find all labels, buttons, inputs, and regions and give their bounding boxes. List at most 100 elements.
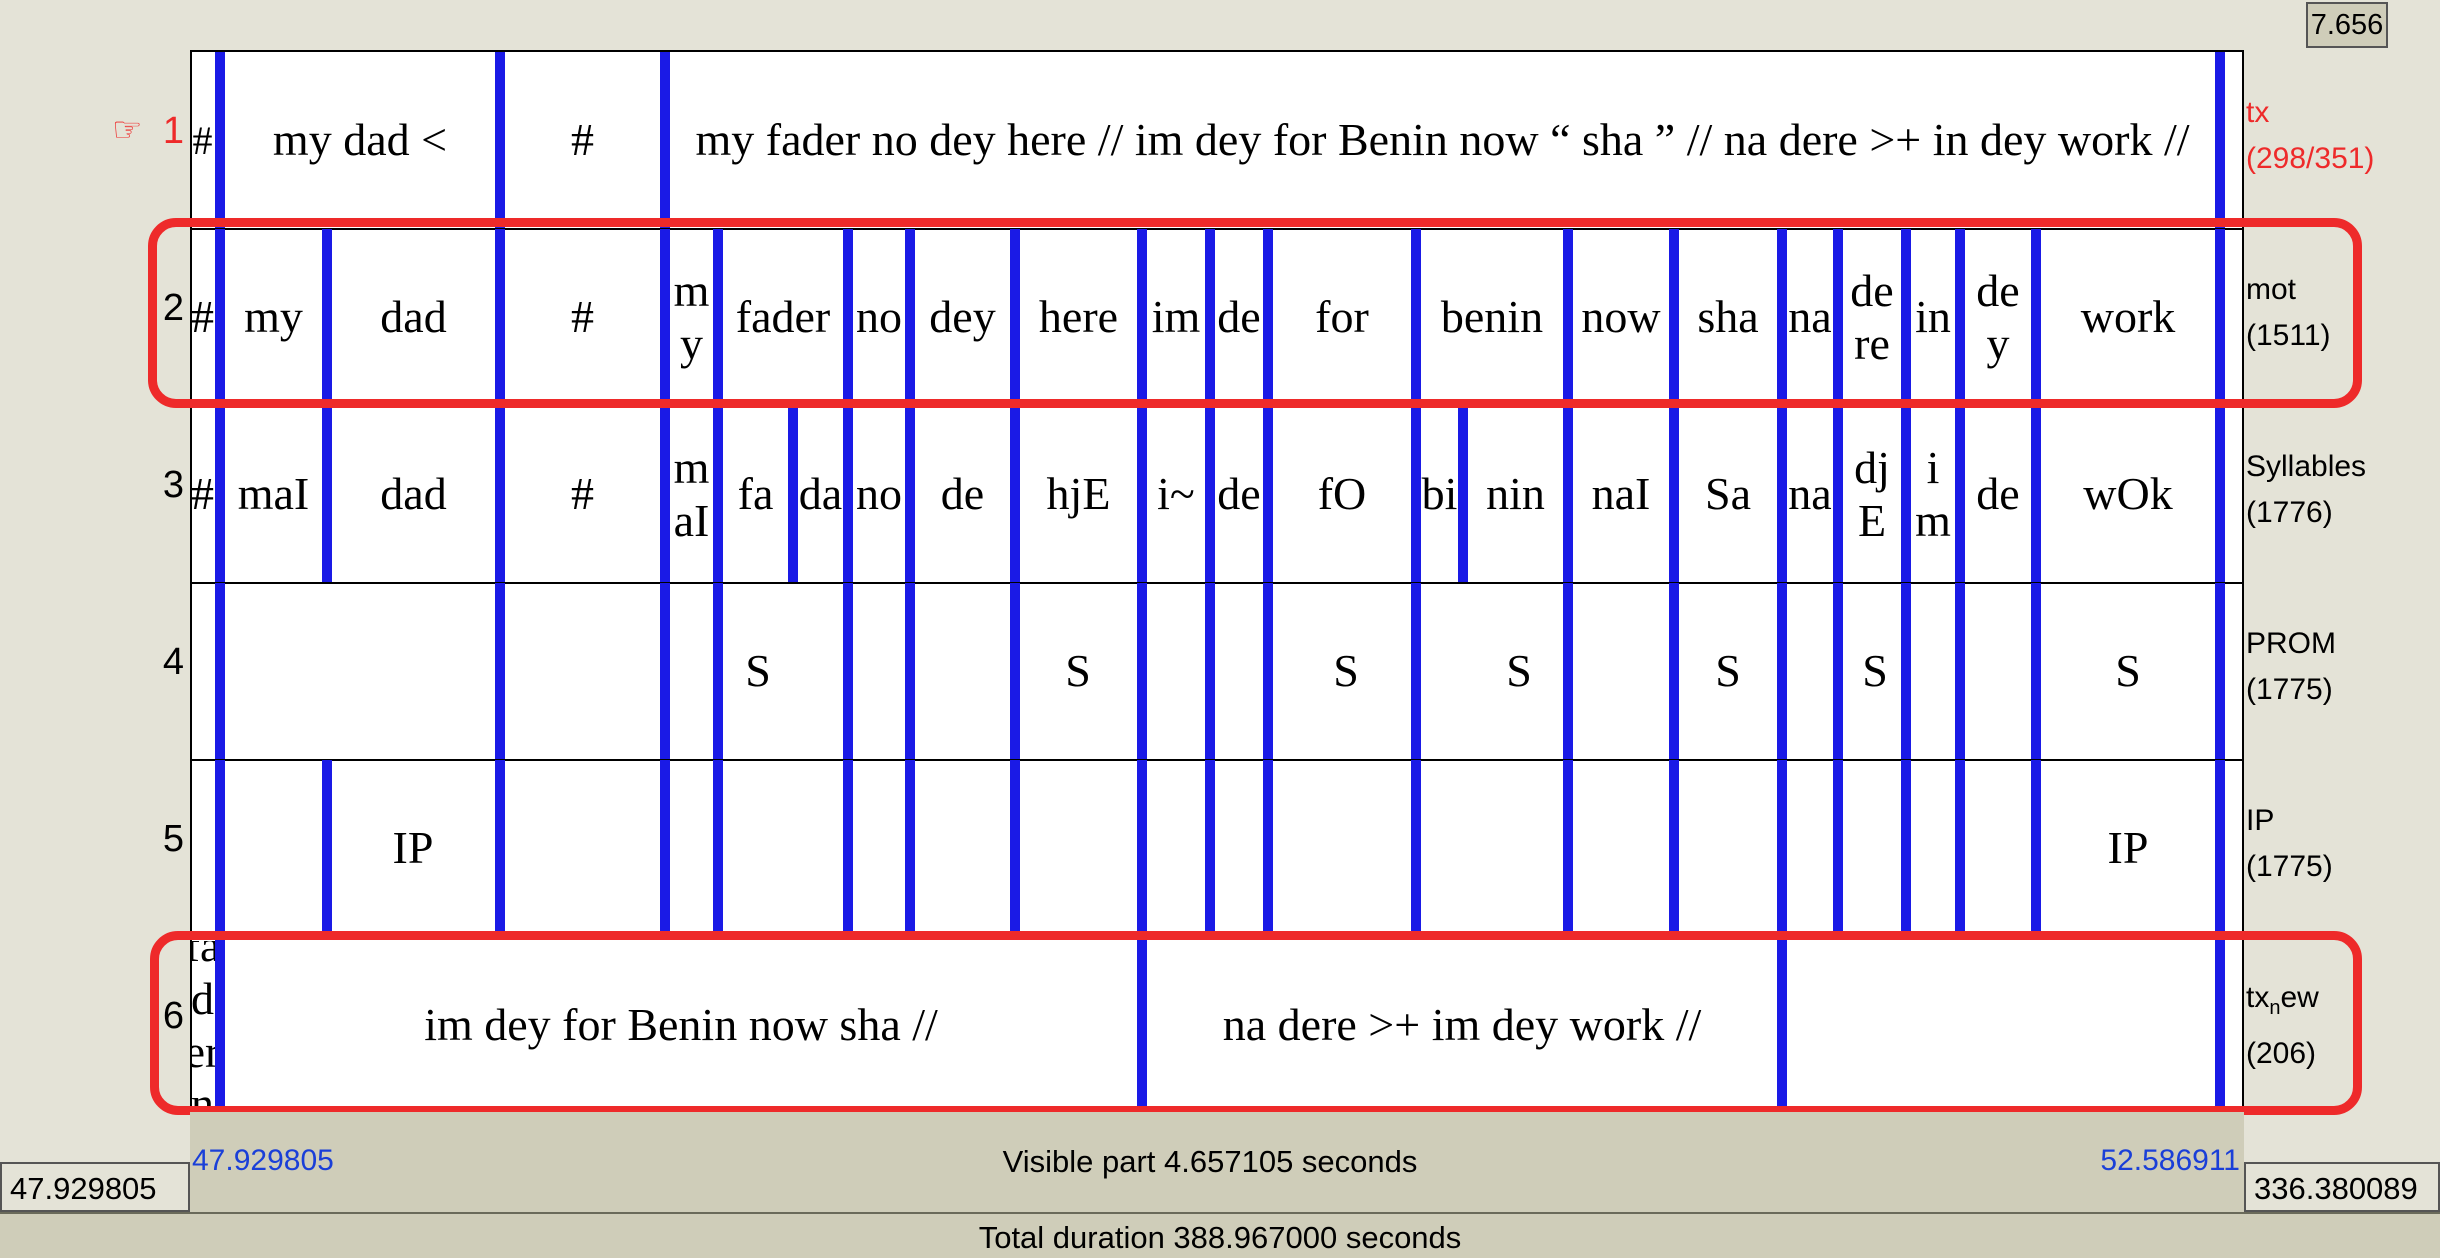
interval-boundary[interactable] — [788, 406, 798, 583]
tier-3-cell[interactable]: na — [1787, 410, 1833, 579]
tier-3-cell[interactable]: fO — [1273, 410, 1411, 579]
tier-4-cell[interactable]: S — [1815, 583, 1935, 760]
tier-4-cell[interactable]: S — [1018, 583, 1138, 760]
interval-boundary[interactable] — [495, 406, 505, 583]
tier-4-cell[interactable]: S — [1286, 583, 1406, 760]
interval-boundary[interactable] — [2215, 52, 2225, 229]
interval-boundary[interactable] — [660, 52, 670, 229]
interval-boundary[interactable] — [495, 583, 505, 760]
tier-3-label[interactable]: Syllables (1776) — [2246, 444, 2436, 536]
interval-boundary[interactable] — [843, 760, 853, 937]
interval-boundary[interactable] — [660, 406, 670, 583]
interval-boundary[interactable] — [1205, 406, 1215, 583]
interval-boundary[interactable] — [1901, 760, 1911, 937]
interval-boundary[interactable] — [1137, 760, 1147, 937]
interval-boundary[interactable] — [843, 406, 853, 583]
tier-3-cell[interactable]: maI — [670, 410, 713, 579]
tier-5-cell[interactable]: IP — [2068, 760, 2188, 937]
right-time-box[interactable]: 336.380089 — [2244, 1162, 2440, 1212]
interval-boundary[interactable] — [1955, 406, 1965, 583]
tier-3-cell[interactable]: no — [853, 410, 905, 579]
interval-boundary[interactable] — [713, 760, 723, 937]
interval-boundary[interactable] — [1955, 583, 1965, 760]
tier-1-number[interactable]: 1 — [144, 110, 184, 153]
interval-boundary[interactable] — [1563, 760, 1573, 937]
interval-boundary[interactable] — [215, 583, 225, 760]
tier-1-cell[interactable]: my fader no dey here // im dey for Benin… — [670, 56, 2215, 225]
tier-3-cell[interactable]: de — [915, 410, 1010, 579]
tier-4-cell[interactable]: S — [1459, 583, 1579, 760]
interval-boundary[interactable] — [2215, 760, 2225, 937]
tier-3-cell[interactable]: djE — [1843, 410, 1901, 579]
interval-boundary[interactable] — [1901, 406, 1911, 583]
interval-boundary[interactable] — [1669, 406, 1679, 583]
interval-boundary[interactable] — [1137, 583, 1147, 760]
interval-boundary[interactable] — [1777, 406, 1787, 583]
interval-boundary[interactable] — [495, 760, 505, 937]
interval-boundary[interactable] — [1777, 760, 1787, 937]
tier-1-cell[interactable]: # — [190, 56, 215, 225]
interval-boundary[interactable] — [1205, 760, 1215, 937]
interval-boundary[interactable] — [1010, 406, 1020, 583]
tier-4-cell[interactable]: S — [2068, 583, 2188, 760]
tier-3-cell[interactable]: bi — [1421, 410, 1458, 579]
interval-boundary[interactable] — [1010, 760, 1020, 937]
tier-1-label[interactable]: tx (298/351) — [2246, 90, 2436, 182]
interval-boundary[interactable] — [495, 52, 505, 229]
interval-boundary[interactable] — [905, 583, 915, 760]
interval-boundary[interactable] — [322, 406, 332, 583]
interval-boundary[interactable] — [1263, 760, 1273, 937]
tier-3-cell[interactable]: # — [190, 410, 215, 579]
tier-3-cell[interactable]: Sa — [1679, 410, 1777, 579]
tier-4-cell[interactable]: S — [1668, 583, 1788, 760]
tier-3-cell[interactable]: de — [1215, 410, 1263, 579]
tier-3-cell[interactable]: wOk — [2041, 410, 2215, 579]
interval-boundary[interactable] — [843, 583, 853, 760]
interval-boundary[interactable] — [215, 760, 225, 937]
interval-boundary[interactable] — [2031, 583, 2041, 760]
left-time-box[interactable]: 47.929805 — [0, 1162, 190, 1212]
tier-5-cell[interactable]: IP — [353, 760, 473, 937]
interval-boundary[interactable] — [2031, 760, 2041, 937]
tier-3-number[interactable]: 3 — [144, 464, 184, 507]
interval-boundary[interactable] — [1205, 583, 1215, 760]
interval-boundary[interactable] — [1563, 406, 1573, 583]
tier-3-cell[interactable]: naI — [1573, 410, 1669, 579]
tier-3-cell[interactable]: # — [505, 410, 660, 579]
tier-3-cell[interactable]: i~ — [1147, 410, 1205, 579]
tier-3-cell[interactable]: hjE — [1020, 410, 1137, 579]
interval-boundary[interactable] — [660, 583, 670, 760]
tier-1-cell[interactable]: my dad < — [225, 56, 495, 225]
interval-boundary[interactable] — [2215, 583, 2225, 760]
interval-boundary[interactable] — [215, 406, 225, 583]
interval-boundary[interactable] — [1411, 760, 1421, 937]
interval-boundary[interactable] — [660, 760, 670, 937]
interval-boundary[interactable] — [1411, 406, 1421, 583]
tier-3-cell[interactable]: maI — [225, 410, 322, 579]
interval-boundary[interactable] — [1263, 583, 1273, 760]
tier-3-cell[interactable]: im — [1911, 410, 1955, 579]
tier-3-cell[interactable]: de — [1965, 410, 2031, 579]
interval-boundary[interactable] — [1458, 406, 1468, 583]
tier-5-number[interactable]: 5 — [144, 818, 184, 861]
tier-4-number[interactable]: 4 — [144, 641, 184, 684]
interval-boundary[interactable] — [1411, 583, 1421, 760]
interval-boundary[interactable] — [1263, 406, 1273, 583]
interval-boundary[interactable] — [2031, 406, 2041, 583]
tier-4-label[interactable]: PROM (1775) — [2246, 621, 2436, 713]
interval-boundary[interactable] — [905, 406, 915, 583]
interval-boundary[interactable] — [322, 760, 332, 937]
interval-boundary[interactable] — [2215, 406, 2225, 583]
interval-boundary[interactable] — [905, 760, 915, 937]
tier-3-cell[interactable]: nin — [1468, 410, 1563, 579]
interval-boundary[interactable] — [713, 406, 723, 583]
interval-boundary[interactable] — [1833, 760, 1843, 937]
tier-4-cell[interactable]: S — [698, 583, 818, 760]
interval-boundary[interactable] — [1137, 406, 1147, 583]
tier-3-cell[interactable]: dad — [332, 410, 495, 579]
interval-boundary[interactable] — [215, 52, 225, 229]
tier-5-label[interactable]: IP (1775) — [2246, 798, 2436, 890]
tier-3-cell[interactable]: da — [798, 410, 843, 579]
interval-boundary[interactable] — [1669, 760, 1679, 937]
interval-boundary[interactable] — [1833, 406, 1843, 583]
